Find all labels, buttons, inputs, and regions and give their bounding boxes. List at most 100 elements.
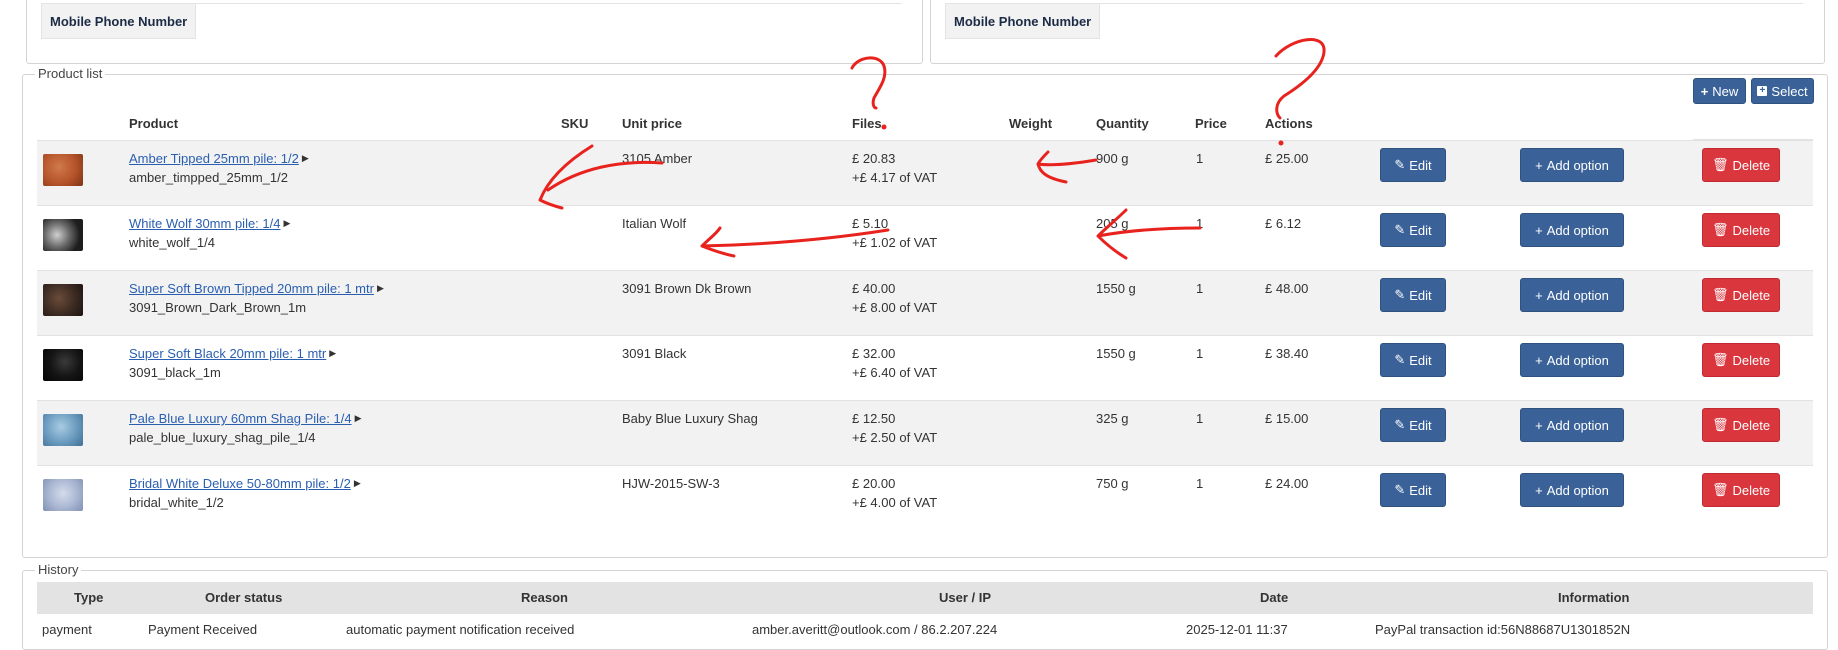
unit-description: 3091 Brown Dk Brown [622,281,752,296]
add-option-label: Add option [1546,482,1609,498]
caret-right-icon[interactable]: ▶ [377,283,384,293]
edit-label: Edit [1409,482,1432,498]
product-thumbnail [43,479,83,511]
price-value: £ 6.12 [1265,216,1302,231]
product-name-cell: Amber Tipped 25mm pile: 1/2 ▶ [129,149,309,168]
weight-value: 750 g [1096,476,1129,491]
product-link[interactable]: Amber Tipped 25mm pile: 1/2 [129,151,299,166]
column-header-product: Product [129,116,179,131]
product-link[interactable]: Super Soft Black 20mm pile: 1 mtr [129,346,326,361]
weight-value: 900 g [1096,151,1129,166]
edit-button[interactable]: ✎ Edit [1380,343,1446,377]
delete-label: Delete [1732,157,1771,173]
table-row: Super Soft Brown Tipped 20mm pile: 1 mtr… [37,270,1813,335]
product-list-legend: Product list [35,66,106,81]
edit-button[interactable]: ✎ Edit [1380,148,1446,182]
edit-label: Edit [1409,352,1432,368]
delete-button[interactable]: 🗑 Delete [1702,213,1780,247]
delete-button[interactable]: 🗑 Delete [1702,343,1780,377]
edit-button[interactable]: ✎ Edit [1380,473,1446,507]
pencil-icon: ✎ [1394,417,1406,432]
product-link[interactable]: Pale Blue Luxury 60mm Shag Pile: 1/4 [129,411,352,426]
select-product-button[interactable]: + Select [1751,78,1814,104]
unit-description: Italian Wolf [622,216,687,231]
price-value: £ 48.00 [1265,281,1309,296]
product-link[interactable]: Super Soft Brown Tipped 20mm pile: 1 mtr [129,281,374,296]
product-name-cell: Super Soft Black 20mm pile: 1 mtr ▶ [129,344,336,363]
plus-icon: + [1535,222,1543,238]
caret-right-icon[interactable]: ▶ [355,413,362,423]
select-button-label: Select [1771,83,1808,99]
edit-button[interactable]: ✎ Edit [1380,278,1446,312]
weight-value: 205 g [1096,216,1129,231]
unit-description: Baby Blue Luxury Shag [622,411,758,426]
caret-right-icon[interactable]: ▶ [329,348,336,358]
delete-label: Delete [1732,287,1771,303]
table-row: Pale Blue Luxury 60mm Shag Pile: 1/4 ▶ pa… [37,400,1813,465]
edit-button[interactable]: ✎ Edit [1380,408,1446,442]
plus-square-icon: + [1757,86,1768,96]
mobile-phone-label: Mobile Phone Number [945,3,1101,39]
product-code: 3091_Brown_Dark_Brown_1m [129,300,307,315]
vat-amount: +£ 8.00 of VAT [852,300,938,315]
add-option-button[interactable]: + Add option [1520,278,1624,312]
edit-label: Edit [1409,417,1432,433]
history-header-date: Date [1260,590,1289,605]
edit-label: Edit [1409,157,1432,173]
delete-button[interactable]: 🗑 Delete [1702,408,1780,442]
vat-amount: +£ 2.50 of VAT [852,430,938,445]
add-option-button[interactable]: + Add option [1520,148,1624,182]
add-option-label: Add option [1546,352,1609,368]
weight-value: 1550 g [1096,281,1136,296]
vat-amount: +£ 6.40 of VAT [852,365,938,380]
delete-button[interactable]: 🗑 Delete [1702,278,1780,312]
history-header-reason: Reason [521,590,568,605]
column-header-actions: Actions [1265,116,1313,131]
add-option-button[interactable]: + Add option [1520,213,1624,247]
add-option-button[interactable]: + Add option [1520,408,1624,442]
plus-icon: + [1535,352,1543,368]
product-link[interactable]: White Wolf 30mm pile: 1/4 [129,216,280,231]
weight-value: 325 g [1096,411,1129,426]
unit-price: £ 40.00 [852,281,896,296]
new-product-button[interactable]: + New [1693,78,1746,104]
pencil-icon: ✎ [1394,287,1406,302]
table-row: White Wolf 30mm pile: 1/4 ▶ white_wolf_1/… [37,205,1813,270]
unit-description: 3091 Black [622,346,687,361]
plus-icon: + [1535,417,1543,433]
caret-right-icon[interactable]: ▶ [354,478,361,488]
plus-icon: + [1535,157,1543,173]
pencil-icon: ✎ [1394,352,1406,367]
table-row: Bridal White Deluxe 50-80mm pile: 1/2 ▶ b… [37,465,1813,530]
vat-amount: +£ 1.02 of VAT [852,235,938,250]
product-link[interactable]: Bridal White Deluxe 50-80mm pile: 1/2 [129,476,351,491]
trash-icon: 🗑 [1711,157,1729,172]
delete-button[interactable]: 🗑 Delete [1702,148,1780,182]
table-row: Super Soft Black 20mm pile: 1 mtr ▶ 3091_… [37,335,1813,400]
edit-label: Edit [1409,287,1432,303]
price-value: £ 25.00 [1265,151,1309,166]
add-option-button[interactable]: + Add option [1520,343,1624,377]
unit-price: £ 32.00 [852,346,896,361]
product-thumbnail [43,414,83,446]
product-name-cell: Pale Blue Luxury 60mm Shag Pile: 1/4 ▶ [129,409,362,428]
product-thumbnail [43,349,83,381]
product-thumbnail [43,284,83,316]
pencil-icon: ✎ [1394,222,1406,237]
add-option-label: Add option [1546,287,1609,303]
edit-button[interactable]: ✎ Edit [1380,213,1446,247]
caret-right-icon[interactable]: ▶ [283,218,290,228]
history-header-user-ip: User / IP [939,590,992,605]
caret-right-icon[interactable]: ▶ [302,153,309,163]
unit-price: £ 5.10 [852,216,889,231]
price-value: £ 15.00 [1265,411,1309,426]
quantity-value: 1 [1196,476,1204,491]
delete-button[interactable]: 🗑 Delete [1702,473,1780,507]
history-header-order-status: Order status [205,590,283,605]
product-code: pale_blue_luxury_shag_pile_1/4 [129,430,316,445]
column-header-quantity: Quantity [1096,116,1149,131]
unit-description: HJW-2015-SW-3 [622,476,720,491]
add-option-button[interactable]: + Add option [1520,473,1624,507]
product-name-cell: Super Soft Brown Tipped 20mm pile: 1 mtr… [129,279,384,298]
new-button-label: New [1712,83,1739,99]
